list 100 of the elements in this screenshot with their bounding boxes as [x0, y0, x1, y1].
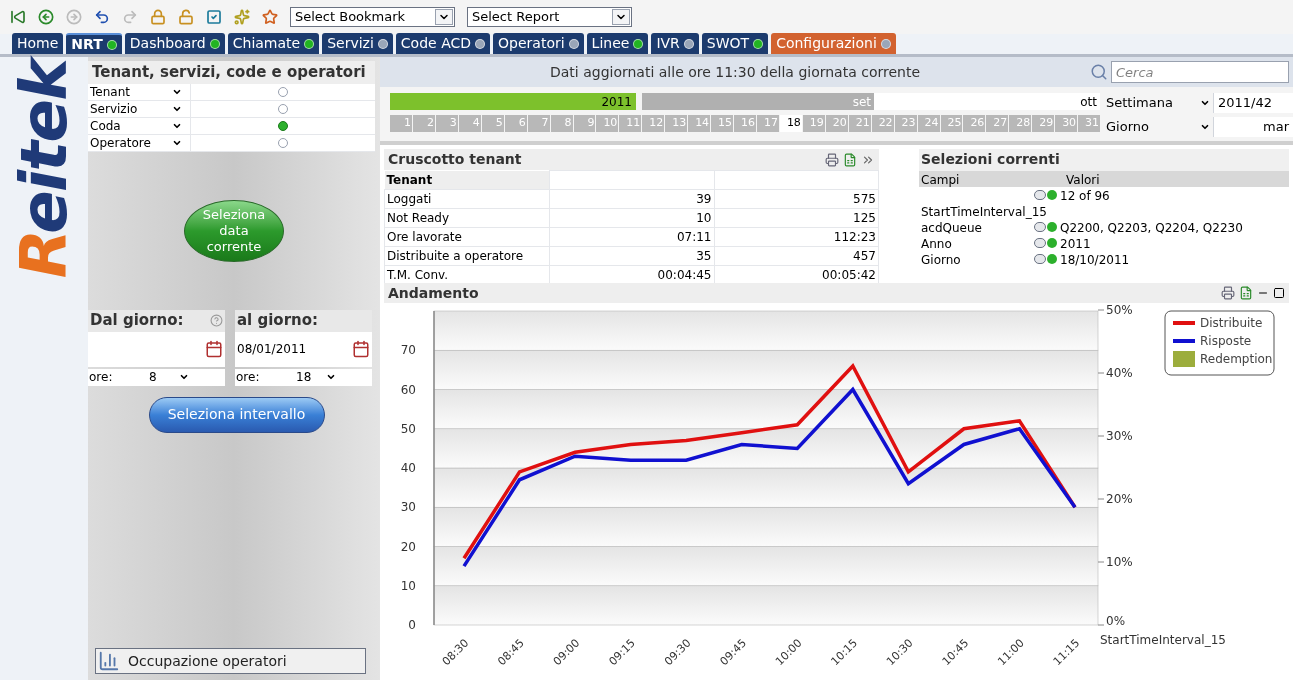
- month-cell[interactable]: set: [642, 93, 874, 110]
- report-dropdown[interactable]: Select Report: [467, 7, 632, 27]
- y-axis-label: 0: [408, 618, 416, 632]
- day-cell[interactable]: 30: [1055, 115, 1078, 132]
- filter-label[interactable]: Operatore: [88, 136, 172, 149]
- day-cell[interactable]: 28: [1009, 115, 1032, 132]
- hour-dropdown[interactable]: ore: 18: [235, 368, 372, 386]
- calendar-icon[interactable]: [205, 340, 223, 358]
- period-dropdown[interactable]: Settimana: [1106, 93, 1210, 113]
- field-name: acdQueue: [920, 220, 983, 235]
- first-page-icon[interactable]: [10, 9, 26, 25]
- clear-icon[interactable]: [1034, 254, 1046, 264]
- day-cell[interactable]: 15: [711, 115, 734, 132]
- day-cell[interactable]: 18: [779, 115, 802, 132]
- day-cell[interactable]: 23: [894, 115, 917, 132]
- day-cell[interactable]: 6: [504, 115, 527, 132]
- period-value: 2011/42: [1213, 93, 1293, 113]
- day-cell[interactable]: 25: [940, 115, 963, 132]
- day-cell[interactable]: 31: [1078, 115, 1101, 132]
- percent-axis-label: 30%: [1106, 429, 1133, 443]
- tab[interactable]: Chiamate: [227, 33, 320, 54]
- table-cell: 10: [549, 208, 714, 227]
- day-cell[interactable]: 19: [802, 115, 825, 132]
- star-icon[interactable]: [262, 9, 278, 25]
- day-cell[interactable]: 24: [917, 115, 940, 132]
- clear-icon[interactable]: [1034, 222, 1046, 232]
- day-cell[interactable]: 13: [665, 115, 688, 132]
- day-cell[interactable]: 29: [1032, 115, 1055, 132]
- lock-icon[interactable]: [150, 9, 166, 25]
- percent-axis-label: 20%: [1106, 492, 1133, 506]
- tab[interactable]: Configurazioni: [771, 33, 896, 54]
- year-cell[interactable]: 2011: [390, 93, 636, 110]
- maximize-icon[interactable]: [1273, 287, 1285, 299]
- current-date-button[interactable]: Seleziona data corrente: [184, 199, 284, 262]
- search-field[interactable]: Cerca: [1111, 61, 1289, 83]
- tab[interactable]: SWOT: [701, 33, 769, 54]
- field-value: Q2200, Q2203, Q2204, Q2230: [1059, 220, 1243, 237]
- period-dropdown[interactable]: Giorno: [1106, 117, 1210, 137]
- day-cell[interactable]: 8: [550, 115, 573, 132]
- date-field[interactable]: [88, 331, 225, 367]
- day-cell[interactable]: 7: [527, 115, 550, 132]
- field-name: Giorno: [920, 252, 962, 267]
- spreadsheet-icon[interactable]: [1239, 286, 1253, 300]
- table-cell: 125: [714, 208, 879, 227]
- tab[interactable]: Home: [12, 33, 64, 54]
- table-cell: 07:11: [549, 227, 714, 246]
- tab[interactable]: Linee: [586, 33, 649, 54]
- select-range-button[interactable]: Seleziona intervallo: [148, 396, 325, 433]
- checkbox-icon[interactable]: [206, 9, 222, 25]
- unlock-icon[interactable]: [178, 9, 194, 25]
- operator-occupancy-button[interactable]: Occupazione operatori: [95, 648, 366, 674]
- tab[interactable]: Dashboard: [124, 33, 225, 54]
- month-cell[interactable]: ott: [874, 93, 1100, 110]
- tab[interactable]: Servizi: [322, 33, 393, 54]
- filter-label[interactable]: Coda: [88, 119, 172, 132]
- back-icon[interactable]: [38, 9, 54, 25]
- day-cell[interactable]: 1: [390, 115, 412, 132]
- day-cell[interactable]: 4: [458, 115, 481, 132]
- search-icon[interactable]: [1090, 63, 1108, 81]
- day-cell[interactable]: 14: [688, 115, 711, 132]
- hour-dropdown[interactable]: ore: 8: [88, 368, 225, 386]
- day-cell[interactable]: 11: [619, 115, 642, 132]
- filter-label[interactable]: Tenant: [88, 85, 172, 98]
- spreadsheet-icon[interactable]: [843, 152, 857, 167]
- undo-icon[interactable]: [94, 9, 110, 25]
- calendar-icon[interactable]: [352, 340, 370, 358]
- day-cell[interactable]: 26: [963, 115, 986, 132]
- tab[interactable]: Operatori: [493, 33, 584, 54]
- clear-icon[interactable]: [1034, 190, 1046, 200]
- table-cell: Distribuite a operatore: [384, 246, 550, 265]
- date-field[interactable]: 08/01/2011: [235, 331, 372, 367]
- percent-axis-label: 50%: [1106, 303, 1133, 317]
- tab[interactable]: IVR: [651, 33, 699, 54]
- period-value: mar: [1213, 117, 1293, 137]
- y-axis-label: 40: [400, 461, 416, 475]
- day-cell[interactable]: 20: [825, 115, 848, 132]
- print-icon[interactable]: [1221, 286, 1235, 300]
- percent-axis-label: 40%: [1106, 366, 1133, 380]
- day-cell[interactable]: 16: [734, 115, 756, 132]
- column-header: Campi: [920, 172, 961, 187]
- tab[interactable]: NRT: [66, 33, 122, 54]
- day-cell[interactable]: 10: [596, 115, 619, 132]
- day-cell[interactable]: 27: [986, 115, 1009, 132]
- day-cell[interactable]: 2: [412, 115, 435, 132]
- column-header: Valori: [1065, 172, 1101, 187]
- bookmark-dropdown[interactable]: Select Bookmark: [290, 7, 455, 27]
- table-cell: 575: [714, 189, 879, 208]
- day-cell[interactable]: 17: [757, 115, 779, 132]
- day-cell[interactable]: 21: [848, 115, 871, 132]
- day-cell[interactable]: 9: [573, 115, 596, 132]
- day-cell[interactable]: 3: [435, 115, 458, 132]
- day-cell[interactable]: 5: [481, 115, 504, 132]
- table-cell: 39: [549, 189, 714, 208]
- tab[interactable]: Code ACD: [395, 33, 491, 54]
- print-icon[interactable]: [825, 152, 839, 167]
- day-cell[interactable]: 12: [642, 115, 665, 132]
- table-cell: Loggati: [384, 189, 550, 208]
- clear-icon[interactable]: [1034, 238, 1046, 248]
- day-cell[interactable]: 22: [871, 115, 894, 132]
- filter-label[interactable]: Servizio: [88, 102, 172, 115]
